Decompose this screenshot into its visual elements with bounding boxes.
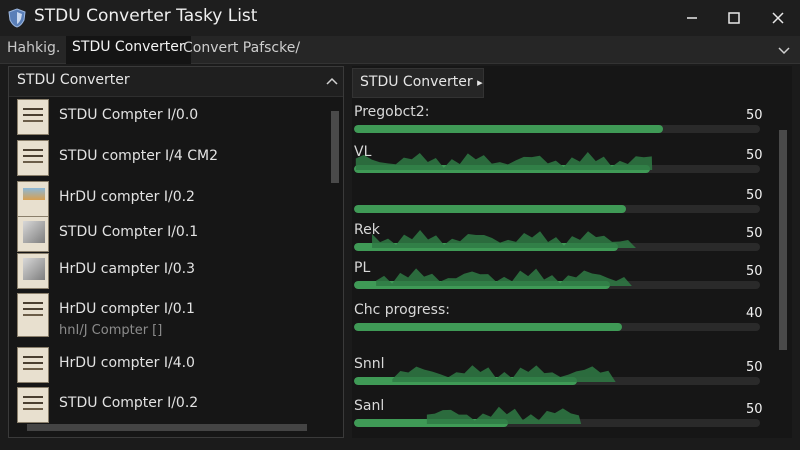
list-item-label: HrDU compter I/0.2: [59, 189, 195, 205]
tab-hahkig[interactable]: Hahkig.: [7, 40, 60, 56]
list-item-label: HrDU compter I/4.0: [59, 355, 195, 371]
tab-bar: Hahkig. STDU Converter Convert Pafscke/: [0, 36, 800, 64]
task-list-panel: STDU Converter STDU Compter I/0.0 STDU c…: [8, 66, 344, 438]
vertical-scrollbar[interactable]: [776, 100, 790, 420]
minimize-button[interactable]: [680, 6, 704, 30]
list-item[interactable]: HrDU compter I/0.1 hnI/J Compter []: [13, 293, 329, 343]
list-item-label: STDU Compter I/0.0: [59, 107, 199, 123]
caret-right-icon: ▸: [477, 76, 483, 89]
chevron-down-icon[interactable]: [776, 42, 792, 58]
progress-row-value: 50: [746, 188, 763, 203]
document-thumbnail: [17, 293, 49, 337]
list-item[interactable]: STDU compter I/4 CM2: [13, 140, 329, 176]
scrollbar-thumb[interactable]: [331, 111, 339, 183]
activity-sparkline: [355, 152, 653, 170]
progress-row-value: 50: [746, 360, 763, 375]
task-list-header[interactable]: STDU Converter: [9, 67, 343, 97]
list-item-label: STDU compter I/4 CM2: [59, 148, 218, 164]
progress-row-value: 40: [746, 306, 763, 321]
image-thumbnail: [17, 253, 49, 289]
progress-panel-header[interactable]: STDU Converter ▸: [352, 68, 484, 98]
progress-row-value: 50: [746, 148, 763, 163]
image-thumbnail: [17, 216, 49, 252]
chevron-up-icon[interactable]: [325, 75, 339, 89]
title-bar: STDU Converter Tasky List: [0, 0, 800, 36]
progress-bar: [354, 323, 760, 331]
progress-bar: [354, 125, 760, 133]
activity-sparkline: [376, 268, 632, 286]
progress-bar: [354, 205, 760, 213]
progress-row-label: Pregobct2:: [354, 104, 430, 120]
list-item[interactable]: STDU Compter I/0.0: [13, 99, 329, 135]
activity-sparkline: [372, 230, 636, 248]
scrollbar-thumb[interactable]: [779, 130, 787, 350]
list-item[interactable]: HrDU campter I/0.3: [13, 253, 329, 289]
list-item-label: HrDU campter I/0.3: [59, 261, 195, 277]
activity-sparkline: [392, 365, 616, 382]
document-thumbnail: [17, 347, 49, 383]
task-list-title: STDU Converter: [17, 72, 130, 88]
progress-bar-fill: [354, 205, 627, 213]
progress-panel-title-text: STDU Converter: [360, 74, 473, 90]
list-item-label: HrDU compter I/0.1: [59, 301, 195, 317]
progress-row-value: 50: [746, 108, 763, 123]
document-thumbnail: [17, 140, 49, 176]
progress-bar-fill: [354, 323, 622, 331]
list-item[interactable]: HrDU compter I/4.0: [13, 347, 329, 383]
horizontal-scrollbar[interactable]: [13, 421, 323, 433]
progress-panel: STDU Converter ▸ Pregobct2: 50 VL 50 50 Rek 50…: [352, 66, 792, 438]
vertical-scrollbar[interactable]: [329, 101, 341, 419]
maximize-button[interactable]: [722, 6, 746, 30]
list-item[interactable]: STDU Compter I/0.1: [13, 216, 329, 252]
progress-panel-title: STDU Converter ▸: [360, 74, 483, 90]
progress-row-label: Chc progress:: [354, 302, 450, 318]
progress-row-value: 50: [746, 226, 763, 241]
progress-bar-fill: [354, 125, 663, 133]
progress-row-value: 50: [746, 402, 763, 417]
activity-sparkline: [426, 406, 582, 424]
scrollbar-thumb[interactable]: [27, 424, 307, 431]
image-thumbnail: [17, 181, 49, 217]
progress-row-value: 50: [746, 264, 763, 279]
tab-convert[interactable]: Convert Pafscke/: [183, 40, 300, 56]
tab-stdu-converter[interactable]: STDU Converter: [66, 36, 191, 64]
window-title: STDU Converter Tasky List: [34, 6, 258, 26]
document-thumbnail: [17, 387, 49, 423]
close-button[interactable]: [766, 6, 790, 30]
document-thumbnail: [17, 99, 49, 135]
list-item-sublabel: hnI/J Compter []: [59, 323, 163, 338]
list-item-label: STDU Compter I/0.2: [59, 395, 199, 411]
list-item[interactable]: STDU Compter I/0.2: [13, 387, 329, 423]
list-item[interactable]: HrDU compter I/0.2: [13, 181, 329, 217]
app-icon: [8, 8, 26, 28]
list-item-label: STDU Compter I/0.1: [59, 224, 199, 240]
